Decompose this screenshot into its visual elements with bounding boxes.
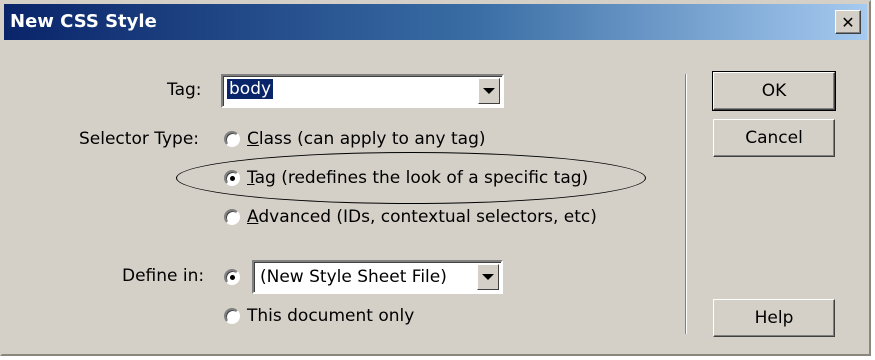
separator (685, 74, 687, 334)
tag-label: Tag: (167, 80, 202, 100)
cancel-button[interactable]: Cancel (713, 119, 835, 157)
radio-this-document-label[interactable]: This document only (247, 306, 414, 326)
radio-class-label[interactable]: Class (can apply to any tag) (247, 129, 486, 149)
close-icon: ✕ (841, 12, 855, 32)
selector-type-label: Selector Type: (79, 129, 200, 149)
highlight-ellipse (176, 152, 646, 204)
chevron-down-icon (482, 274, 494, 280)
window-title: New CSS Style (10, 11, 157, 32)
tag-combobox[interactable]: body (221, 74, 504, 108)
close-button[interactable]: ✕ (835, 10, 861, 34)
radio-this-document[interactable] (224, 308, 240, 324)
radio-class[interactable] (224, 131, 240, 147)
chevron-down-icon (483, 88, 495, 94)
define-in-combobox[interactable]: (New Style Sheet File) (252, 260, 503, 294)
radio-advanced-label[interactable]: Advanced (IDs, contextual selectors, etc… (247, 207, 597, 227)
define-in-label: Define in: (122, 266, 205, 286)
title-bar[interactable]: New CSS Style ✕ (4, 4, 867, 40)
define-in-value: (New Style Sheet File) (260, 267, 447, 287)
radio-advanced[interactable] (224, 209, 240, 225)
tag-dropdown-button[interactable] (478, 78, 500, 104)
define-in-dropdown-button[interactable] (477, 264, 499, 290)
tag-value: body (227, 79, 274, 99)
help-button[interactable]: Help (713, 299, 835, 337)
ok-button[interactable]: OK (712, 71, 836, 111)
new-css-style-dialog: New CSS Style ✕ Tag: body Selector Type:… (0, 0, 871, 356)
radio-new-style-sheet[interactable] (224, 269, 240, 285)
